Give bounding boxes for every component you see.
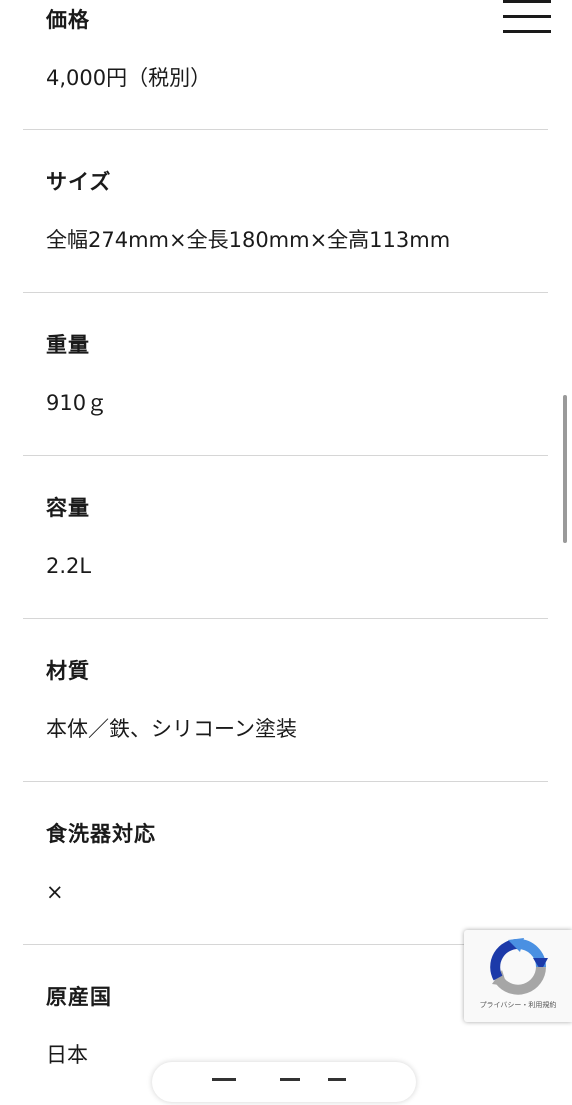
spec-label: 価格 — [46, 8, 90, 32]
spec-item-dishwasher: 食洗器対応 × — [23, 782, 548, 945]
scrollbar[interactable] — [563, 395, 567, 543]
recaptcha-badge[interactable]: プライバシー・利用規約 — [464, 930, 572, 1022]
recaptcha-privacy-terms[interactable]: プライバシー・利用規約 — [464, 1000, 572, 1010]
spec-item-size: サイズ 全幅274mm×全長180mm×全高113mm — [23, 130, 548, 293]
spec-label: 原産国 — [46, 985, 112, 1009]
spec-label: 容量 — [46, 496, 90, 520]
bottom-floating-bar[interactable] — [152, 1062, 416, 1102]
spec-value: × — [46, 880, 64, 904]
spec-item-material: 材質 本体／鉄、シリコーン塗装 — [23, 619, 548, 782]
spec-value: 910ｇ — [46, 391, 108, 415]
menu-button[interactable] — [501, 0, 553, 36]
spec-value: 2.2L — [46, 554, 92, 578]
spec-value: 本体／鉄、シリコーン塗装 — [46, 717, 297, 741]
spec-item-price: 価格 4,000円（税別） — [23, 0, 548, 130]
spec-value: 4,000円（税別） — [46, 66, 212, 90]
spec-label: 食洗器対応 — [46, 822, 156, 846]
recaptcha-logo-icon — [490, 938, 548, 995]
spec-label: 材質 — [46, 659, 90, 683]
spec-item-weight: 重量 910ｇ — [23, 293, 548, 456]
spec-label: サイズ — [46, 170, 112, 194]
spec-value: 全幅274mm×全長180mm×全高113mm — [46, 228, 451, 252]
spec-value: 日本 — [46, 1043, 88, 1067]
spec-label: 重量 — [46, 333, 90, 357]
spec-item-capacity: 容量 2.2L — [23, 456, 548, 619]
